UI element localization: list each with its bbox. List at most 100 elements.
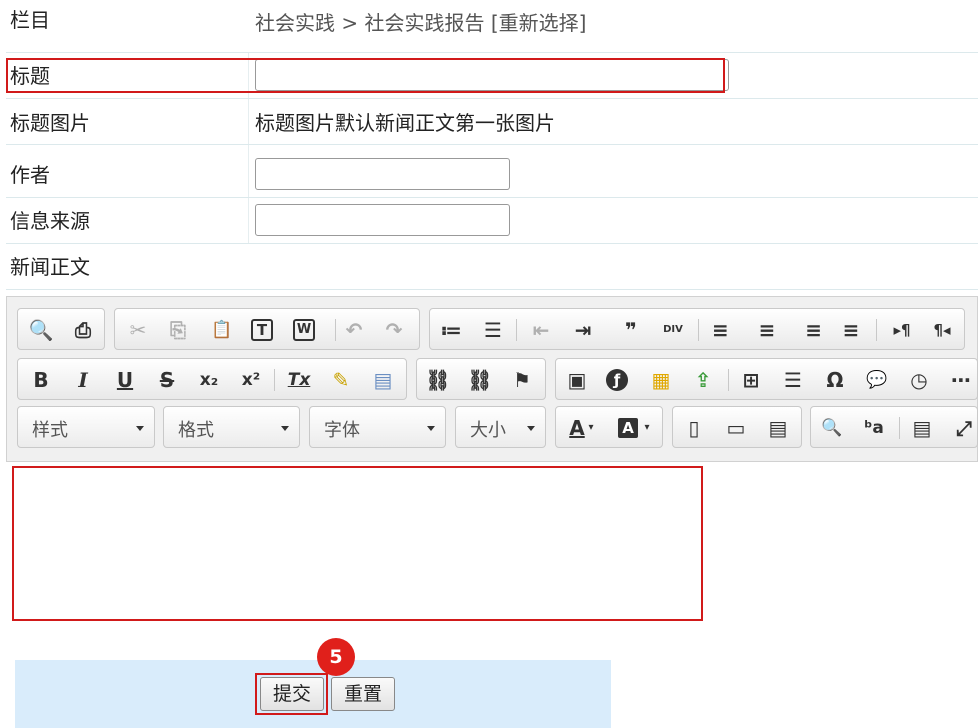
smiley-icon[interactable]: 💬: [864, 368, 890, 392]
redo-icon[interactable]: ↷: [381, 318, 407, 342]
styles-dropdown[interactable]: 样式: [17, 406, 155, 448]
copy-icon[interactable]: ⎘: [165, 318, 191, 342]
size-dropdown[interactable]: 大小: [455, 406, 546, 448]
outdent-icon[interactable]: ⇤: [528, 318, 554, 342]
background-color-icon[interactable]: A: [618, 418, 638, 438]
justify-icon[interactable]: ≡: [838, 318, 864, 342]
separator: [516, 319, 517, 341]
author-input[interactable]: [255, 158, 510, 190]
toolbar-group-document: 🔍 ⎙: [17, 308, 105, 350]
chevron-down-icon: [427, 426, 435, 431]
separator: [698, 319, 699, 341]
text-direction-ltr-icon[interactable]: ▸¶: [886, 318, 918, 342]
image-icon[interactable]: ▣: [564, 368, 590, 392]
upload-icon[interactable]: ⇪: [690, 368, 716, 392]
toolbar-group-colors: A ▾ A ▾: [555, 406, 663, 448]
separator: [899, 417, 900, 439]
toolbar-group-find: 🔍 ᵇa ▤ ⤢: [810, 406, 978, 448]
flash-icon[interactable]: ƒ: [606, 369, 628, 391]
source-label-cell: 信息来源: [6, 198, 249, 243]
size-dropdown-label: 大小: [470, 420, 506, 441]
link-icon[interactable]: ⛓: [425, 368, 451, 392]
ordered-list-icon[interactable]: ≔: [438, 318, 464, 342]
anchor-flag-icon[interactable]: ⚑: [509, 368, 535, 392]
toolbar-group-clipboard: ✂ ⎘ 📋 T W ↶ ↷: [114, 308, 420, 350]
divider: [6, 289, 978, 290]
font-dropdown-label: 字体: [324, 420, 360, 441]
paste-icon[interactable]: 📋: [209, 318, 235, 342]
format-dropdown-label: 格式: [178, 420, 214, 441]
paste-word-icon[interactable]: W: [293, 319, 315, 341]
reset-button[interactable]: 重置: [331, 677, 395, 711]
italic-icon[interactable]: I: [70, 368, 96, 392]
replace-icon[interactable]: ᵇa: [861, 416, 887, 440]
toolbar-group-links: ⛓ ⛓ ⚑: [416, 358, 546, 400]
toolbar-group-tools: ▯ ▭ ▤: [672, 406, 802, 448]
blockquote-icon[interactable]: ❞: [618, 318, 644, 342]
pagebreak-icon[interactable]: ⋯: [948, 368, 974, 392]
subscript-icon[interactable]: x₂: [196, 368, 222, 392]
format-dropdown[interactable]: 格式: [163, 406, 300, 448]
column-label: 栏目: [10, 8, 50, 32]
toolbar-group-basicstyles: B I U S x₂ x² Tx ✎ ▤: [17, 358, 407, 400]
title-image-label-cell: 标题图片: [6, 99, 249, 144]
new-page-icon[interactable]: ▭: [723, 416, 749, 440]
show-blocks-icon[interactable]: ▯: [681, 416, 707, 440]
title-row-highlight: [6, 58, 725, 93]
separator: [728, 369, 729, 391]
font-dropdown[interactable]: 字体: [309, 406, 446, 448]
bulleted-list-icon[interactable]: ☰: [480, 318, 506, 342]
superscript-icon[interactable]: x²: [238, 368, 264, 392]
preview-icon[interactable]: 🔍: [28, 318, 54, 342]
spellcheck-icon[interactable]: ✎: [328, 368, 354, 392]
horizontal-rule-icon[interactable]: ☰: [780, 368, 806, 392]
chevron-down-icon[interactable]: ▾: [642, 416, 652, 440]
table-icon[interactable]: ⊞: [738, 368, 764, 392]
chevron-down-icon[interactable]: ▾: [586, 416, 596, 440]
div-icon[interactable]: DIV: [660, 318, 686, 342]
special-char-icon[interactable]: Ω: [822, 368, 848, 392]
chevron-down-icon: [136, 426, 144, 431]
media-icon[interactable]: ▦: [648, 368, 674, 392]
bold-icon[interactable]: B: [28, 368, 54, 392]
title-image-label: 标题图片: [10, 111, 90, 135]
styles-dropdown-label: 样式: [32, 420, 68, 441]
step-badge: 5: [317, 638, 355, 676]
separator: [274, 369, 275, 391]
align-right-icon[interactable]: ≡: [796, 318, 822, 342]
find-icon[interactable]: 🔍: [819, 416, 845, 440]
print-icon[interactable]: ⎙: [70, 318, 96, 342]
toolbar-group-insert: ▣ ƒ ▦ ⇪ ⊞ ☰ Ω 💬 ◷ ⋯: [555, 358, 978, 400]
body-row: 新闻正文: [6, 244, 978, 289]
align-left-icon[interactable]: ≡: [712, 318, 738, 342]
remove-format-icon[interactable]: Tx: [286, 368, 312, 392]
editor-content-highlight: [12, 466, 703, 621]
document-icon[interactable]: ▤: [765, 416, 791, 440]
align-center-icon[interactable]: ≡: [754, 318, 780, 342]
indent-icon[interactable]: ⇥: [570, 318, 596, 342]
title-image-note: 标题图片默认新闻正文第一张图片: [255, 111, 555, 135]
text-direction-rtl-icon[interactable]: ¶◂: [926, 318, 958, 342]
submit-button-highlight: [255, 673, 328, 715]
maximize-icon[interactable]: ⤢: [951, 416, 977, 440]
show-border-icon[interactable]: ▤: [909, 416, 935, 440]
undo-icon[interactable]: ↶: [341, 318, 367, 342]
separator: [335, 319, 336, 341]
separator: [876, 319, 877, 341]
breadcrumb[interactable]: 社会实践 > 社会实践报告 [重新选择]: [255, 7, 586, 36]
paste-text-icon[interactable]: T: [251, 319, 273, 341]
clock-icon[interactable]: ◷: [906, 368, 932, 392]
chevron-down-icon: [527, 426, 535, 431]
cut-icon[interactable]: ✂: [125, 318, 151, 342]
author-label-cell: 作者: [6, 145, 249, 197]
unlink-icon[interactable]: ⛓: [467, 368, 493, 392]
source-input[interactable]: [255, 204, 510, 236]
author-label: 作者: [10, 163, 50, 187]
chevron-down-icon: [281, 426, 289, 431]
title-image-row: 标题图片 标题图片默认新闻正文第一张图片: [6, 99, 978, 144]
strikethrough-icon[interactable]: S: [154, 368, 180, 392]
templates-icon[interactable]: ▤: [370, 368, 396, 392]
toolbar-group-paragraph: ≔ ☰ ⇤ ⇥ ❞ DIV ≡ ≡ ≡ ≡ ▸¶ ¶◂: [429, 308, 965, 350]
underline-icon[interactable]: U: [112, 368, 138, 392]
source-label: 信息来源: [10, 209, 90, 233]
